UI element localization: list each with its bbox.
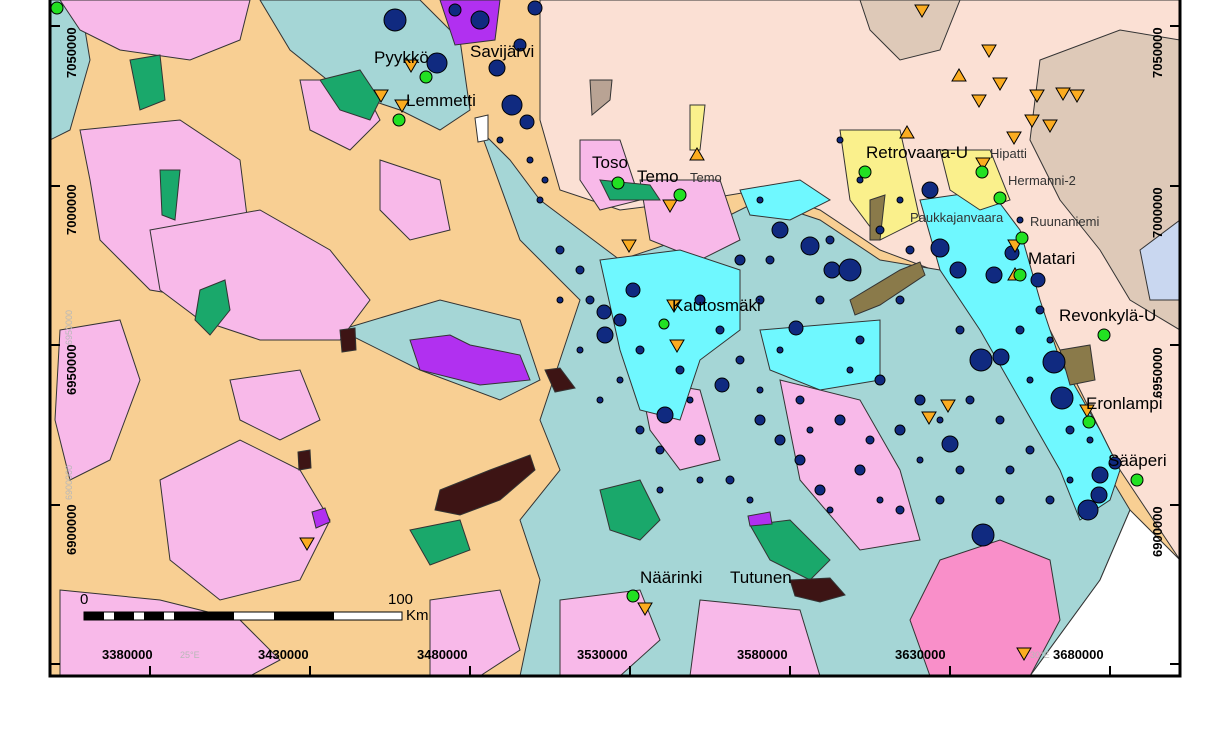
easting-label: 3630000 — [895, 647, 946, 662]
place-label: Hipatti — [990, 146, 1027, 161]
place-label: Temo — [690, 170, 722, 185]
place-label: Lemmetti — [406, 91, 476, 110]
place-label: Kautosmäki — [672, 296, 761, 315]
northing-label: 7000000 — [64, 184, 79, 235]
faint-label: 6900000 — [64, 465, 74, 500]
place-label: Tutunen — [730, 568, 792, 587]
easting-label: 3680000 — [1053, 647, 1104, 662]
place-label: Savijärvi — [470, 42, 534, 61]
place-label: Temo — [637, 167, 679, 186]
geological-map: Pyykkö Savijärvi Lemmetti Toso Temo Temo… — [0, 0, 1228, 727]
place-label: Hermanni-2 — [1008, 173, 1076, 188]
scale-end-label: 100 — [388, 591, 413, 608]
faint-label: 30°E — [1030, 650, 1050, 660]
easting-label: 3580000 — [737, 647, 788, 662]
scale-start-label: 0 — [80, 591, 88, 608]
place-label: Revonkylä-U — [1059, 306, 1156, 325]
northing-label: 6950000 — [64, 344, 79, 395]
easting-label: 3380000 — [102, 647, 153, 662]
northing-label: 6900000 — [64, 504, 79, 555]
faint-label: 25°E — [180, 650, 200, 660]
geology-polygons — [50, 0, 1180, 676]
place-label: Retrovaara-U — [866, 143, 968, 162]
place-label: Sääperi — [1108, 451, 1167, 470]
easting-label: 3480000 — [417, 647, 468, 662]
map-canvas: Pyykkö Savijärvi Lemmetti Toso Temo Temo… — [48, 0, 1182, 678]
northing-label: 7000000 — [1150, 187, 1165, 238]
northing-label: 6900000 — [1150, 506, 1165, 557]
place-label: Paukkajanvaara — [910, 210, 1004, 225]
place-label: Näärinki — [640, 568, 702, 587]
faint-label: 6950000 — [64, 310, 74, 345]
northing-label: 7050000 — [1150, 27, 1165, 78]
place-label: Toso — [592, 153, 628, 172]
northing-label: 7050000 — [64, 27, 79, 78]
scale-unit-label: Km — [406, 607, 429, 624]
northing-label: 6950000 — [1150, 347, 1165, 398]
easting-label: 3430000 — [258, 647, 309, 662]
place-label: Pyykkö — [374, 48, 429, 67]
place-label: Matari — [1028, 249, 1075, 268]
easting-label: 3530000 — [577, 647, 628, 662]
place-label: Ruunaniemi — [1030, 214, 1099, 229]
